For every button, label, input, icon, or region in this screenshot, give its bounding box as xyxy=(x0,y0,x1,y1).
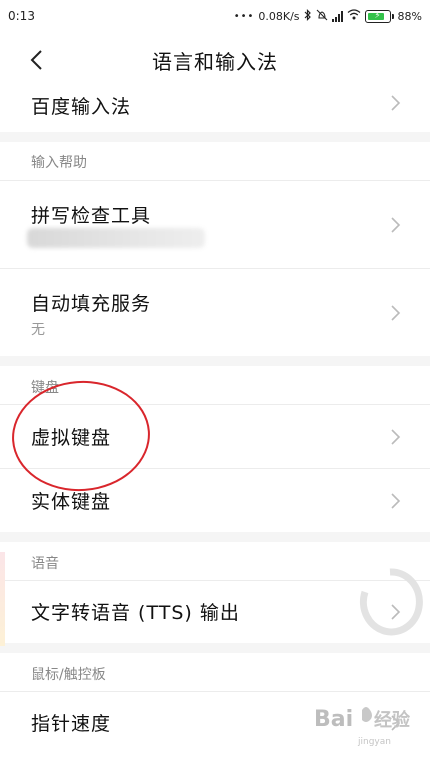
back-button[interactable] xyxy=(20,44,52,76)
page-title: 语言和输入法 xyxy=(152,49,278,74)
list-item-label: 指针速度 xyxy=(31,713,112,735)
section-gap xyxy=(0,132,430,142)
status-bar: 0:13 ••• 0.08K/s ⚡ 88% xyxy=(0,0,430,32)
baidu-jingyan-watermark: Bai 经验 jingyan xyxy=(314,707,411,747)
edge-tint xyxy=(0,552,5,646)
chevron-right-icon xyxy=(391,493,401,509)
list-item-label: 百度输入法 xyxy=(31,96,132,118)
list-item-label: 文字转语音 (TTS) 输出 xyxy=(31,602,240,624)
section-header-mouse-touchpad: 鼠标/触控板 xyxy=(0,653,430,691)
back-arrow-icon xyxy=(30,50,42,70)
chevron-right-icon xyxy=(391,95,401,111)
list-item-label: 拼写检查工具 xyxy=(31,205,152,227)
title-bar: 语言和输入法 xyxy=(0,32,430,88)
blurred-subtitle xyxy=(27,228,205,248)
chevron-right-icon xyxy=(391,217,401,233)
watermark-text: Bai xyxy=(314,707,353,732)
section-gap xyxy=(0,356,430,366)
network-speed: 0.08K/s xyxy=(258,9,300,23)
battery-percent: 88% xyxy=(397,9,422,23)
svg-text:经验: 经验 xyxy=(374,709,411,731)
battery-icon: ⚡ xyxy=(364,9,394,23)
list-item-label: 自动填充服务 xyxy=(31,293,152,315)
section-header-input-help: 输入帮助 xyxy=(0,142,430,180)
mute-icon xyxy=(316,9,328,24)
section-title: 输入帮助 xyxy=(31,155,87,171)
section-title: 鼠标/触控板 xyxy=(31,667,106,683)
chevron-right-icon xyxy=(391,305,401,321)
chevron-right-icon xyxy=(391,429,401,445)
signal-icon xyxy=(331,10,343,22)
settings-screen: 0:13 ••• 0.08K/s ⚡ 88% 语言和输入法 百度输入法 输入帮助… xyxy=(0,0,430,757)
wifi-icon xyxy=(347,9,361,23)
list-item-label: 实体键盘 xyxy=(31,491,112,513)
list-item-autofill[interactable]: 自动填充服务 无 xyxy=(0,269,430,356)
bluetooth-icon xyxy=(304,8,312,24)
watermark-subtext: jingyan xyxy=(357,737,391,747)
status-time: 0:13 xyxy=(8,9,35,23)
list-item-spell-checker[interactable]: 拼写检查工具 xyxy=(0,181,430,268)
section-gap xyxy=(0,532,430,542)
loading-ring-icon xyxy=(359,568,423,636)
list-item-baidu-ime[interactable]: 百度输入法 xyxy=(0,88,430,132)
list-item-value: 无 xyxy=(31,322,45,338)
status-icons: ••• 0.08K/s ⚡ 88% xyxy=(233,8,422,24)
notification-dots: ••• xyxy=(233,10,255,22)
section-title: 语音 xyxy=(31,556,59,572)
section-gap xyxy=(0,643,430,653)
